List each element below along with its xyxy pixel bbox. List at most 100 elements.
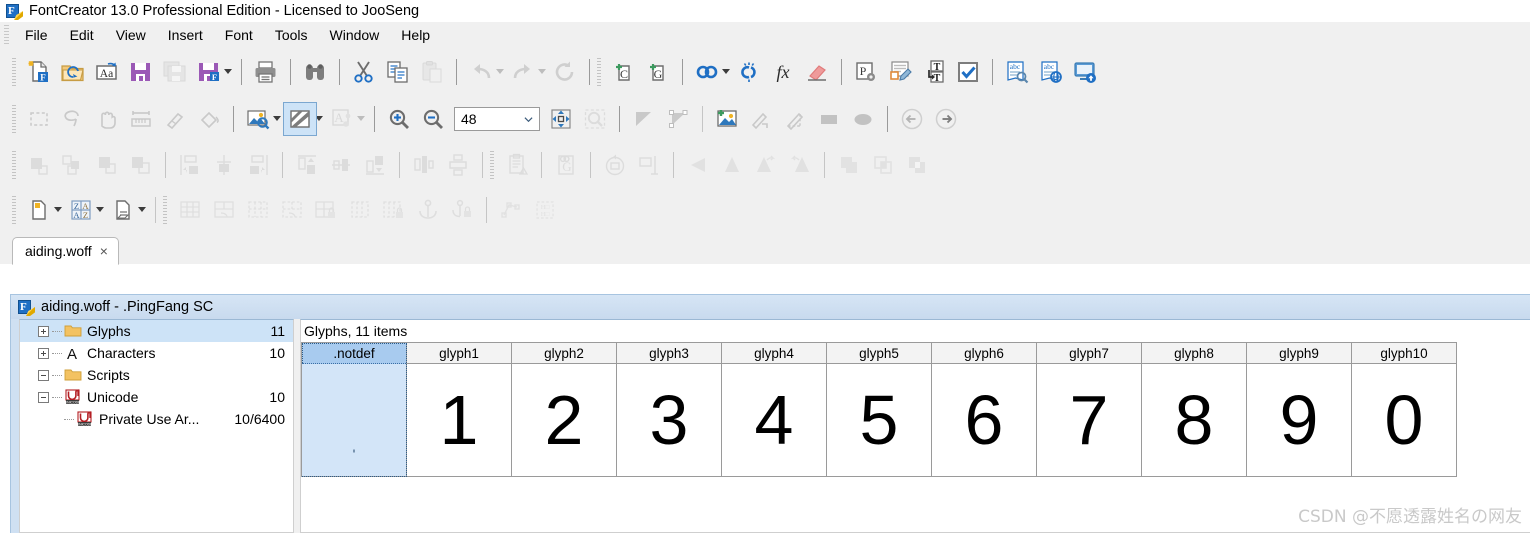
zoom-level-combo[interactable] bbox=[454, 106, 540, 131]
find-button[interactable] bbox=[298, 55, 332, 89]
path-nodes-button[interactable] bbox=[494, 193, 528, 227]
save-button[interactable] bbox=[124, 55, 158, 89]
menu-view[interactable]: View bbox=[105, 23, 157, 47]
anchor-button[interactable] bbox=[411, 193, 445, 227]
tree-item-private-use-area[interactable]: UNICODE Private Use Ar... 10/6400 bbox=[20, 408, 293, 430]
glyph-cell-glyph4[interactable]: glyph4 4 bbox=[722, 343, 827, 477]
glyph-cell-notdef[interactable]: .notdef ˌ bbox=[302, 343, 407, 477]
glyph-cell-glyph7[interactable]: glyph7 7 bbox=[1037, 343, 1142, 477]
zoom-out-button[interactable] bbox=[416, 102, 450, 136]
kerning-pairs-button[interactable]: H□ H□ bbox=[528, 193, 562, 227]
intersect-button[interactable] bbox=[866, 148, 900, 182]
copy-button[interactable] bbox=[381, 55, 415, 89]
center-in-advance-width-button[interactable] bbox=[207, 148, 241, 182]
center-vertical-button[interactable] bbox=[407, 148, 441, 182]
table-grid-button[interactable] bbox=[241, 193, 275, 227]
toolbar-grip[interactable] bbox=[163, 195, 167, 224]
new-page-button[interactable] bbox=[22, 193, 56, 227]
new-font-button[interactable]: F bbox=[22, 55, 56, 89]
add-image-button[interactable] bbox=[710, 102, 744, 136]
test-font-button[interactable]: abc bbox=[1000, 55, 1034, 89]
document-tab-aiding-woff[interactable]: aiding.woff × bbox=[12, 237, 119, 265]
align-right-button[interactable] bbox=[124, 148, 158, 182]
sort-glyphs-button[interactable]: ZAAZ bbox=[64, 193, 98, 227]
script-function-button[interactable]: fx bbox=[766, 55, 800, 89]
lock-rows-button[interactable] bbox=[309, 193, 343, 227]
glyph-metrics-button[interactable]: A bbox=[325, 102, 359, 136]
align-left-button[interactable] bbox=[22, 148, 56, 182]
font-properties-button[interactable]: P bbox=[849, 55, 883, 89]
font-overview-tree[interactable]: Glyphs 11 A Characters 10 Scripts UNICOD… bbox=[19, 319, 294, 533]
freehand-tool[interactable] bbox=[744, 102, 778, 136]
toolbar-grip[interactable] bbox=[12, 150, 16, 179]
paste-special-button[interactable] bbox=[500, 148, 534, 182]
menu-tools[interactable]: Tools bbox=[264, 23, 319, 47]
rotate-button[interactable] bbox=[598, 148, 632, 182]
webfont-preview-button[interactable]: abc bbox=[1034, 55, 1068, 89]
tree-item-characters[interactable]: A Characters 10 bbox=[20, 342, 293, 364]
toolbar-grip[interactable] bbox=[490, 150, 494, 179]
collapse-icon[interactable] bbox=[38, 369, 49, 381]
insert-table-button[interactable] bbox=[173, 193, 207, 227]
print-button[interactable] bbox=[249, 55, 283, 89]
toolbar-grip[interactable] bbox=[12, 57, 16, 86]
slant-right-button[interactable] bbox=[783, 148, 817, 182]
save-all-button[interactable] bbox=[158, 55, 192, 89]
add-character-button[interactable]: C bbox=[607, 55, 641, 89]
edit-metadata-button[interactable] bbox=[883, 55, 917, 89]
menu-edit[interactable]: Edit bbox=[59, 23, 105, 47]
pan-tool[interactable] bbox=[90, 102, 124, 136]
collapse-icon[interactable] bbox=[38, 391, 49, 403]
columns-button[interactable] bbox=[343, 193, 377, 227]
clear-button[interactable] bbox=[800, 55, 834, 89]
merge-cells-button[interactable] bbox=[207, 193, 241, 227]
open-font-button[interactable] bbox=[56, 55, 90, 89]
zoom-selection-button[interactable] bbox=[578, 102, 612, 136]
menu-insert[interactable]: Insert bbox=[157, 23, 214, 47]
validate-button[interactable] bbox=[951, 55, 985, 89]
fit-to-window-button[interactable] bbox=[544, 102, 578, 136]
paste-button[interactable] bbox=[415, 55, 449, 89]
pen-tool[interactable] bbox=[778, 102, 812, 136]
glyph-cell-glyph2[interactable]: glyph2 2 bbox=[512, 343, 617, 477]
slant-left-button[interactable] bbox=[749, 148, 783, 182]
anchor-lock-button[interactable] bbox=[445, 193, 479, 227]
lasso-select-tool[interactable] bbox=[56, 102, 90, 136]
tree-item-glyphs[interactable]: Glyphs 11 bbox=[20, 320, 293, 342]
close-icon[interactable]: × bbox=[100, 244, 108, 258]
corner-point-button[interactable] bbox=[627, 102, 661, 136]
glyph-cell-glyph1[interactable]: glyph1 1 bbox=[407, 343, 512, 477]
union-button[interactable] bbox=[832, 148, 866, 182]
align-center-h-button[interactable] bbox=[90, 148, 124, 182]
toolbar-grip[interactable] bbox=[12, 104, 16, 133]
flip-vertical-button[interactable] bbox=[715, 148, 749, 182]
toolbar-grip[interactable] bbox=[12, 195, 16, 224]
menu-font[interactable]: Font bbox=[214, 23, 264, 47]
unlink-glyph-button[interactable] bbox=[732, 55, 766, 89]
add-glyph-button[interactable]: G bbox=[641, 55, 675, 89]
align-to-ascender-button[interactable] bbox=[290, 148, 324, 182]
lock-columns-button[interactable] bbox=[377, 193, 411, 227]
link-glyph-button[interactable] bbox=[690, 55, 724, 89]
glyph-cell-glyph5[interactable]: glyph5 5 bbox=[827, 343, 932, 477]
previous-glyph-button[interactable] bbox=[895, 102, 929, 136]
zoom-level-input[interactable] bbox=[455, 109, 513, 128]
page-options-button[interactable] bbox=[106, 193, 140, 227]
zoom-in-button[interactable] bbox=[382, 102, 416, 136]
table-merge-button[interactable] bbox=[275, 193, 309, 227]
glyph-cell-glyph8[interactable]: glyph8 8 bbox=[1142, 343, 1247, 477]
menu-window[interactable]: Window bbox=[319, 23, 391, 47]
transform-text-button[interactable]: TT bbox=[917, 55, 951, 89]
glyph-cell-glyph3[interactable]: glyph3 3 bbox=[617, 343, 722, 477]
expand-icon[interactable] bbox=[38, 347, 49, 359]
tree-item-unicode[interactable]: UNICODE Unicode 10 bbox=[20, 386, 293, 408]
cut-button[interactable] bbox=[347, 55, 381, 89]
undo-button[interactable] bbox=[464, 55, 498, 89]
exclude-button[interactable] bbox=[900, 148, 934, 182]
menu-file[interactable]: File bbox=[14, 23, 59, 47]
chevron-down-icon[interactable] bbox=[524, 115, 533, 124]
center-horizontal-button[interactable] bbox=[441, 148, 475, 182]
rectangle-tool[interactable] bbox=[812, 102, 846, 136]
move-to-right-sidebearing-button[interactable] bbox=[241, 148, 275, 182]
glyph-cell-glyph10[interactable]: glyph10 0 bbox=[1352, 343, 1457, 477]
